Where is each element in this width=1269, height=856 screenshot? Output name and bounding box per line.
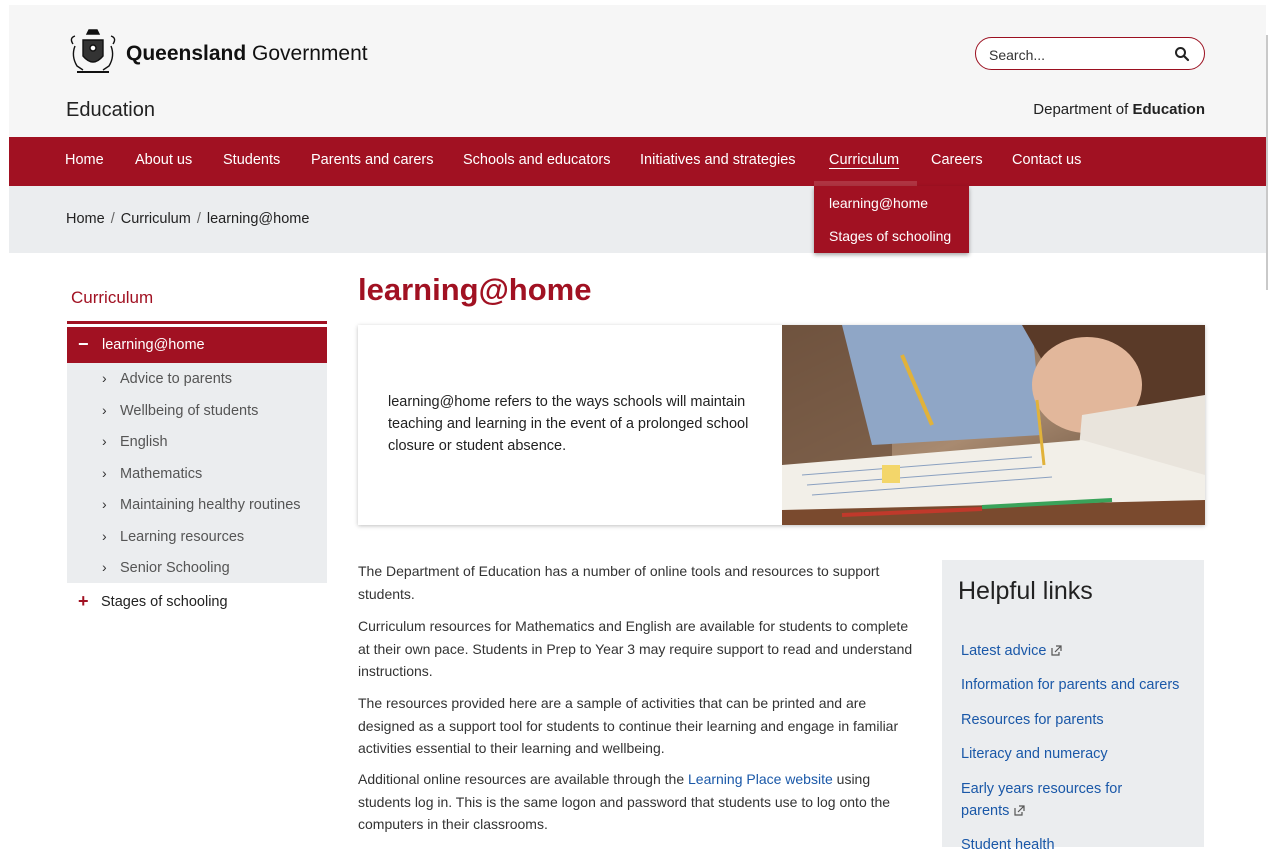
chevron-right-icon: › — [102, 433, 107, 449]
nav-item-schools-educators[interactable]: Schools and educators — [463, 152, 611, 168]
sidebar-item-stages-of-schooling[interactable]: Stages of schooling — [101, 594, 228, 610]
breadcrumb-curriculum[interactable]: Curriculum — [121, 211, 191, 227]
plus-icon[interactable]: + — [78, 591, 89, 612]
sidebar-item-learning-resources[interactable]: › Learning resources — [102, 528, 244, 545]
sidebar-item-advice-to-parents[interactable]: › Advice to parents — [102, 370, 232, 387]
scrollbar-thumb[interactable] — [1266, 35, 1268, 290]
sidebar-item-english[interactable]: › English — [102, 433, 168, 450]
hero-image — [782, 325, 1205, 525]
hero-banner: learning@home refers to the ways schools… — [358, 325, 1205, 525]
breadcrumb-home[interactable]: Home — [66, 211, 105, 227]
link-literacy-numeracy[interactable]: Literacy and numeracy — [961, 743, 1108, 765]
link-early-years[interactable]: Early years resources for parents — [961, 778, 1161, 822]
sidebar-submenu: › Advice to parents › Wellbeing of student… — [67, 363, 327, 583]
sidebar-item-label: Advice to parents — [120, 371, 233, 387]
curriculum-dropdown: learning@home Stages of schooling — [814, 186, 969, 253]
breadcrumb-separator: / — [110, 211, 115, 227]
nav-item-curriculum[interactable]: Curriculum — [829, 152, 899, 168]
link-resources-for-parents[interactable]: Resources for parents — [961, 709, 1104, 731]
sidebar-item-healthy-routines[interactable]: › Maintaining healthy routines — [102, 496, 301, 513]
chevron-right-icon: › — [102, 528, 107, 544]
link-student-health[interactable]: Student health — [961, 834, 1055, 856]
dept-strong: Education — [1132, 101, 1205, 118]
dropdown-item-learning-home[interactable]: learning@home — [829, 195, 928, 211]
chevron-right-icon: › — [102, 559, 107, 575]
chevron-right-icon: › — [102, 496, 107, 512]
sidebar-item-label: English — [120, 434, 168, 450]
sidebar-item-wellbeing[interactable]: › Wellbeing of students — [102, 402, 258, 419]
department-label: Department of Education — [1033, 101, 1205, 118]
qld-crest-icon[interactable] — [67, 26, 119, 78]
breadcrumb-separator: / — [196, 211, 201, 227]
nav-item-home[interactable]: Home — [65, 152, 104, 168]
sidebar-item-label: Maintaining healthy routines — [120, 497, 301, 513]
sidebar-item-label: Senior Schooling — [120, 560, 230, 576]
minus-icon[interactable]: − — [78, 335, 89, 353]
dropdown-item-stages-of-schooling[interactable]: Stages of schooling — [829, 228, 951, 244]
sidebar-item-learning-home[interactable]: − learning@home — [67, 327, 327, 363]
helpful-links-panel: Helpful links Latest advice Information … — [942, 560, 1204, 853]
nav-item-about-us[interactable]: About us — [135, 152, 192, 168]
sidebar-item-senior-schooling[interactable]: › Senior Schooling — [102, 559, 230, 576]
link-label: Latest advice — [961, 643, 1047, 659]
sidebar-item-label: learning@home — [102, 337, 205, 353]
breadcrumb-current: learning@home — [206, 211, 310, 227]
external-link-icon — [1014, 805, 1025, 816]
sidebar-item-mathematics[interactable]: › Mathematics — [102, 465, 202, 482]
chevron-right-icon: › — [102, 465, 107, 481]
search-icon[interactable] — [1174, 46, 1190, 62]
sidebar-item-label: Learning resources — [120, 529, 245, 545]
page-title: learning@home — [358, 272, 592, 307]
nav-item-students[interactable]: Students — [223, 152, 280, 168]
nav-item-initiatives[interactable]: Initiatives and strategies — [640, 152, 796, 168]
link-info-parents-carers[interactable]: Information for parents and carers — [961, 674, 1179, 696]
nav-item-careers[interactable]: Careers — [931, 152, 983, 168]
helpful-links-title: Helpful links — [958, 577, 1093, 605]
brand-rest: Government — [246, 42, 368, 65]
sidebar-item-label: Wellbeing of students — [120, 403, 259, 419]
learning-place-link[interactable]: Learning Place website — [688, 771, 833, 787]
sidebar-divider — [67, 321, 327, 324]
para-text: Additional online resources are availabl… — [358, 771, 688, 787]
site-title[interactable]: Education — [66, 99, 155, 122]
sidebar-item-label: Mathematics — [120, 466, 203, 482]
chevron-right-icon: › — [102, 402, 107, 418]
dept-prefix: Department of — [1033, 101, 1133, 118]
external-link-icon — [1051, 645, 1063, 656]
link-label: Early years resources for parents — [961, 781, 1123, 819]
hero-text: learning@home refers to the ways schools… — [388, 394, 749, 454]
brand-strong: Queensland — [126, 42, 247, 65]
breadcrumb: Home / Curriculum / learning@home — [66, 211, 309, 227]
paragraph-learning-place: Additional online resources are availabl… — [358, 768, 918, 836]
nav-item-contact-us[interactable]: Contact us — [1012, 152, 1081, 168]
search-box[interactable] — [975, 37, 1205, 70]
breadcrumb-bar: Home / Curriculum / learning@home — [9, 186, 1266, 253]
paragraph-resources: The resources provided here are a sample… — [358, 695, 899, 756]
intro-paragraph: The Department of Education has a number… — [358, 563, 880, 602]
link-latest-advice[interactable]: Latest advice — [961, 640, 1063, 662]
nav-item-parents-carers[interactable]: Parents and carers — [311, 152, 434, 168]
main-nav: Home About us Students Parents and carer… — [9, 137, 1266, 186]
search-input[interactable] — [987, 44, 1161, 66]
chevron-right-icon: › — [102, 370, 107, 386]
brand-name[interactable]: Queensland Government — [126, 42, 368, 66]
paragraph-curriculum: Curriculum resources for Mathematics and… — [358, 618, 913, 679]
sidebar-title[interactable]: Curriculum — [71, 288, 153, 308]
